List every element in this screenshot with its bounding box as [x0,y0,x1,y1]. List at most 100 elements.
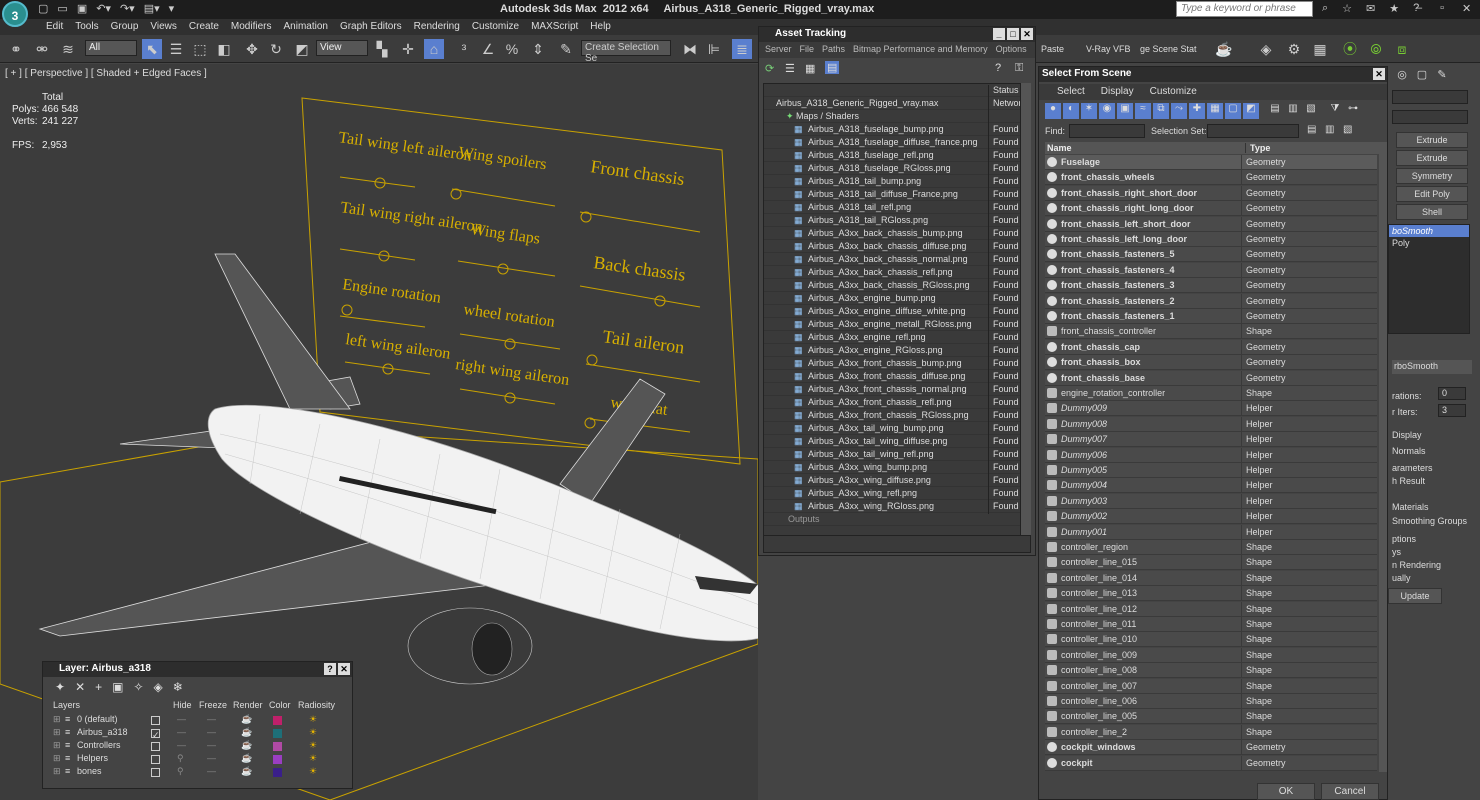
display-invert-icon[interactable]: ◩ [1243,103,1259,119]
scene-object-row[interactable]: controller_line_010 Shape [1045,632,1377,648]
render-toggle-icon[interactable]: ☕ [241,727,252,738]
help-icon[interactable]: ? [324,663,336,675]
menu-file[interactable]: File [796,42,819,58]
utilities-tab-icon[interactable]: ✎ [1434,68,1450,84]
radiosity-icon[interactable]: ☀ [309,714,317,725]
render-toggle-icon[interactable]: ☕ [241,740,252,751]
align-icon[interactable]: ⊫ [704,39,724,59]
asset-file-row[interactable]: ▦ Airbus_A3xx_wing_bump.png Found [764,461,1020,475]
active-layer-checkbox[interactable]: ✓ [151,729,160,740]
table-view-icon[interactable]: ▤ [825,61,840,74]
selset-select-icon[interactable]: ▧ [1343,124,1352,135]
scene-object-row[interactable]: Dummy004 Helper [1045,478,1377,494]
viewport-label[interactable]: [ + ] [ Perspective ] [ Shaded + Edged F… [5,68,207,79]
scene-object-row[interactable]: Dummy002 Helper [1045,509,1377,525]
scene-object-row[interactable]: front_chassis_left_short_door Geometry [1045,216,1377,232]
airbus-a318-model[interactable] [38,253,758,685]
highlight-layer-icon[interactable]: ✧ [133,680,143,694]
hide-toggle-icon[interactable]: — [177,714,186,724]
scene-object-row[interactable]: Dummy006 Helper [1045,447,1377,463]
asset-list[interactable]: Status Airbus_A318_Generic_Rigged_vray.m… [763,83,1021,543]
select-none-icon[interactable]: ▥ [1285,103,1301,119]
menu-maxscript[interactable]: MAXScript [525,19,584,35]
menu-server[interactable]: Server [761,42,796,58]
asset-file-row[interactable]: ▦ Airbus_A3xx_front_chassis_refl.png Found [764,396,1020,410]
named-selection-set-input[interactable]: Create Selection Se [581,40,671,64]
selection-set-select[interactable] [1207,124,1299,138]
mirror-icon[interactable]: ⧓ [680,39,700,59]
menu-select[interactable]: Select [1049,84,1093,100]
color-column-header[interactable]: Color [269,700,291,710]
scene-object-row[interactable]: controller_line_009 Shape [1045,647,1377,663]
asset-file-row[interactable]: ▦ Airbus_A3xx_wing_refl.png Found [764,487,1020,501]
maximize-icon[interactable]: □ [1007,28,1019,40]
menu-group[interactable]: Group [105,19,145,35]
scene-object-row[interactable]: cockpit_windows Geometry [1045,740,1377,756]
rotate-icon[interactable]: ↻ [266,39,286,59]
vray-vfb-label[interactable]: V-Ray VFB [1086,44,1131,54]
select-by-name-icon[interactable]: ☰ [166,39,186,59]
rendered-frame-icon[interactable]: ▦ [1310,39,1330,59]
freeze-column-header[interactable]: Freeze [199,700,227,710]
menu-animation[interactable]: Animation [277,19,333,35]
asset-root-row[interactable]: Airbus_A318_Generic_Rigged_vray.max Netw… [764,97,1020,111]
explicit-normals-label[interactable]: Normals [1392,446,1426,456]
update-manually-label[interactable]: ually [1392,573,1411,583]
scene-object-row[interactable]: controller_region Shape [1045,540,1377,555]
subscription-icon[interactable]: ☆ [1342,2,1352,15]
menu-modifiers[interactable]: Modifiers [225,19,278,35]
scene-object-row[interactable]: Dummy009 Helper [1045,401,1377,417]
scene-object-row[interactable]: controller_line_005 Shape [1045,709,1377,725]
asset-file-row[interactable]: ▦ Airbus_A3xx_back_chassis_diffuse.png Fou… [764,240,1020,254]
help-icon[interactable]: ? [995,62,1001,74]
layer-manager-icon[interactable]: ≣ [732,39,752,59]
asset-file-row[interactable]: ▦ Airbus_A3xx_engine_diffuse_white.png Fou… [764,305,1020,319]
display-all-icon[interactable]: ▦ [1207,103,1223,119]
thumbnail-view-icon[interactable]: ▦ [805,62,815,75]
scene-object-row[interactable]: Dummy007 Helper [1045,432,1377,448]
scene-object-row[interactable]: Fuselage Geometry [1045,155,1377,170]
display-groups-icon[interactable]: ⧉ [1153,103,1169,119]
asset-file-row[interactable]: ▦ Airbus_A318_fuselage_bump.png Found [764,123,1020,137]
asset-file-row[interactable]: ▦ Airbus_A3xx_front_chassis_RGloss.png Fou… [764,409,1020,423]
filter-icon[interactable]: ⧩ [1327,103,1343,119]
freeze-all-layers-icon[interactable]: ❄ [173,680,183,694]
layer-row[interactable]: ⊞ ≡ bones ⚲ — ☕ ☀ [51,766,341,779]
expand-icon[interactable]: ⊞ [53,727,61,738]
link-icon[interactable]: ⚭ [6,39,26,59]
scene-object-row[interactable]: controller_line_008 Shape [1045,663,1377,679]
display-lights-icon[interactable]: ✶ [1081,103,1097,119]
asset-file-row[interactable]: ▦ Airbus_A3xx_back_chassis_bump.png Found [764,227,1020,241]
asset-outputs-row[interactable]: Outputs [764,513,1020,526]
redo-icon[interactable]: ↷▾ [120,2,135,15]
layer-color-swatch[interactable] [273,729,282,738]
object-name-field[interactable] [1392,90,1468,104]
asset-file-row[interactable]: ▦ Airbus_A318_tail_diffuse_France.png Foun… [764,188,1020,202]
selset-add-icon[interactable]: ▤ [1307,124,1316,135]
expand-icon[interactable]: ⊞ [53,740,61,751]
asset-file-row[interactable]: ▦ Airbus_A318_fuselage_refl.png Found [764,149,1020,163]
scene-object-row[interactable]: controller_line_006 Shape [1045,694,1377,709]
select-layer-objects-icon[interactable]: ▣ [112,680,123,694]
stack-item-editable-poly[interactable]: Poly [1389,237,1469,249]
favorites-icon[interactable]: ★ [1389,2,1399,15]
layer-color-swatch[interactable] [273,716,282,725]
asset-file-row[interactable]: ▦ Airbus_A3xx_engine_RGloss.png Found [764,344,1020,358]
communication-icon[interactable]: ✉ [1366,2,1375,15]
ok-button[interactable]: OK [1257,783,1315,800]
symmetry-button[interactable]: Symmetry [1396,168,1468,184]
material-editor-icon[interactable]: ◈ [1256,39,1276,59]
display-xrefs-icon[interactable]: ⤳ [1171,103,1187,119]
display-helpers-icon[interactable]: ▣ [1117,103,1133,119]
layer-row[interactable]: ⊞ ≡ Controllers — — ☕ ☀ [51,740,341,753]
scene-object-list[interactable]: Fuselage Geometry front_chassis_wheels Geom… [1041,155,1379,775]
menu-views[interactable]: Views [144,19,183,35]
quick-access-dropdown-icon[interactable]: ▾ [169,2,175,15]
set-key-icon[interactable]: ⦾ [1366,39,1386,59]
motion-tab-icon[interactable]: ◎ [1394,68,1410,84]
display-spacewarps-icon[interactable]: ≈ [1135,103,1151,119]
display-cameras-icon[interactable]: ◉ [1099,103,1115,119]
select-invert-icon[interactable]: ▧ [1303,103,1319,119]
extrude-button-2[interactable]: Extrude [1396,150,1468,166]
scene-object-row[interactable]: front_chassis_fasteners_3 Geometry [1045,278,1377,294]
